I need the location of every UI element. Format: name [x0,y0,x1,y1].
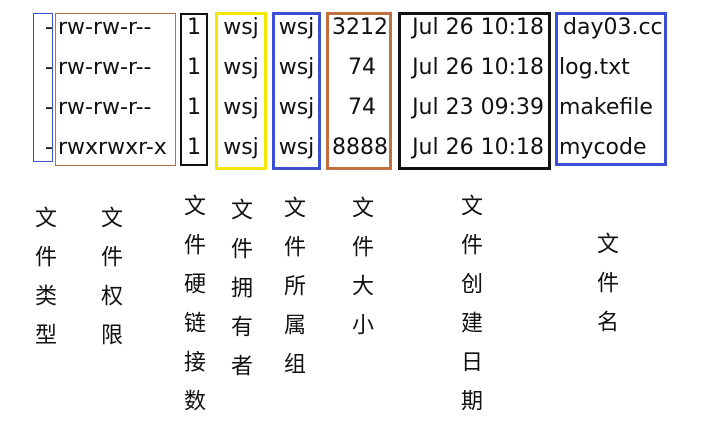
type-cell: - [45,95,53,120]
label-file-owner: 文件拥有者 [227,198,252,393]
type-cell: - [45,15,53,40]
filename-column: day03.cc log.txt makefile mycode [559,8,663,168]
date-column: Jul 26 10:18 Jul 26 10:18 Jul 23 09:39 J… [398,8,544,168]
hardlink-column: 1 1 1 1 [180,8,208,168]
hardlink-cell: 1 [187,55,201,80]
permission-cell: rwxrwxr-x [58,135,167,160]
group-column: wsj wsj wsj wsj [272,8,321,168]
date-cell: Jul 26 10:18 [412,15,544,40]
type-cell: - [45,135,53,160]
group-cell: wsj [278,95,315,120]
size-cell: 8888 [332,135,388,160]
label-file-size: 文件大小 [348,196,373,352]
size-cell: 74 [348,55,376,80]
hardlink-cell: 1 [187,95,201,120]
hardlink-cell: 1 [187,15,201,40]
label-creation-date: 文件创建日期 [457,194,482,428]
group-cell: wsj [278,135,315,160]
permission-cell: rw-rw-r-- [58,55,152,80]
filename-cell: makefile [559,95,653,120]
label-file-name: 文件名 [593,232,618,349]
filename-cell: mycode [559,135,647,160]
label-hardlink-count: 文件硬链接数 [180,194,205,428]
permission-cell: rw-rw-r-- [58,95,152,120]
owner-cell: wsj [223,15,259,40]
group-cell: wsj [278,15,315,40]
filename-cell: day03.cc [563,15,663,40]
date-cell: Jul 26 10:18 [412,55,544,80]
permission-column: rw-rw-r-- rw-rw-r-- rw-rw-r-- rwxrwxr-x [58,8,167,168]
size-cell: 74 [348,95,376,120]
label-file-type: 文件类型 [31,206,56,362]
type-cell: - [45,55,53,80]
size-column: 3212 74 74 8888 [326,8,388,168]
owner-column: wsj wsj wsj wsj [215,8,267,168]
label-file-permission: 文件权限 [97,206,122,362]
permission-cell: rw-rw-r-- [58,15,152,40]
owner-cell: wsj [223,95,259,120]
type-column: - - - - [33,8,53,168]
owner-cell: wsj [223,135,259,160]
group-cell: wsj [278,55,315,80]
hardlink-cell: 1 [187,135,201,160]
size-cell: 3212 [332,15,388,40]
owner-cell: wsj [223,55,259,80]
date-cell: Jul 26 10:18 [412,135,544,160]
date-cell: Jul 23 09:39 [412,95,544,120]
filename-cell: log.txt [559,55,630,80]
label-file-group: 文件所属组 [280,196,305,391]
